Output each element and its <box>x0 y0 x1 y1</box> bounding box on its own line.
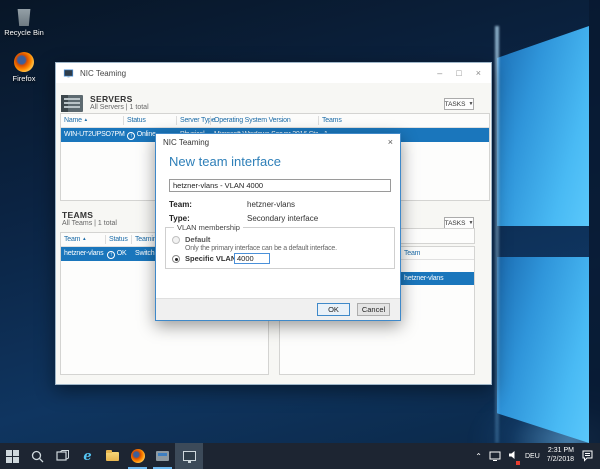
action-center-icon[interactable] <box>581 450 594 462</box>
col-os-version[interactable]: Operating System Version <box>214 117 291 124</box>
taskbar: e ⌃ DEU 2:31 PM 7/2/2018 <box>0 443 600 469</box>
team-name: hetzner-vlans <box>64 250 104 257</box>
servers-tasks-button[interactable]: TASKS ▼ <box>444 98 474 110</box>
specific-vlan-input[interactable] <box>234 253 270 264</box>
col-team[interactable]: Team ▲ <box>64 236 87 243</box>
server-manager-icon <box>156 451 169 461</box>
team-value: hetzner-vlans <box>247 200 296 209</box>
desktop-icon-label: Recycle Bin <box>4 28 44 37</box>
team-status: ↑ OK <box>107 250 127 259</box>
sort-asc-icon: ▲ <box>82 236 87 241</box>
window-titlebar[interactable]: NIC Teaming – □ × <box>56 63 491 83</box>
maximize-button[interactable]: □ <box>456 68 461 78</box>
search-icon <box>31 450 44 462</box>
servers-section-title: SERVERS <box>90 94 133 104</box>
col-status[interactable]: Status <box>127 117 146 124</box>
tray-chevron-icon[interactable]: ⌃ <box>475 452 482 461</box>
task-view-button[interactable] <box>50 443 75 469</box>
internet-explorer-icon: e <box>83 448 92 464</box>
vlan-membership-legend: VLAN membership <box>174 223 243 232</box>
dropdown-arrow-icon: ▼ <box>468 101 474 107</box>
server-status: ↑ Online <box>127 131 156 140</box>
default-radio[interactable] <box>172 236 180 244</box>
internet-explorer-button[interactable]: e <box>75 443 100 469</box>
desktop-icon-label: Firefox <box>12 74 36 83</box>
interface-team-name: hetzner-vlans <box>404 274 444 282</box>
windows-logo-pane-top <box>497 26 589 226</box>
file-explorer-icon <box>106 449 119 461</box>
status-up-icon: ↑ <box>107 251 115 259</box>
col-interface-team[interactable]: Team <box>404 250 421 257</box>
status-up-icon: ↑ <box>127 132 135 140</box>
keyboard-language[interactable]: DEU <box>525 453 540 460</box>
cancel-button[interactable]: Cancel <box>357 303 390 316</box>
windows-start-icon <box>6 449 19 463</box>
windows-logo-glow-edge <box>495 26 499 443</box>
start-button[interactable] <box>0 443 25 469</box>
desktop-icon-firefox[interactable]: Firefox <box>0 52 48 83</box>
task-view-icon <box>56 450 69 461</box>
default-radio-description: Only the primary interface can be a defa… <box>185 245 337 252</box>
server-manager-button[interactable] <box>150 443 175 469</box>
taskbar-search-button[interactable] <box>25 443 50 469</box>
servers-icon <box>61 95 83 112</box>
new-team-interface-dialog: NIC Teaming × New team interface Team: h… <box>155 133 401 321</box>
teams-section-title: TEAMS <box>62 210 94 220</box>
app-icon <box>63 69 74 78</box>
servers-section-subtitle: All Servers | 1 total <box>90 104 149 111</box>
firefox-button[interactable] <box>125 443 150 469</box>
dialog-titlebar[interactable]: NIC Teaming × <box>156 134 400 150</box>
col-name[interactable]: Name ▲ <box>64 117 88 124</box>
system-tray: ⌃ DEU 2:31 PM 7/2/2018 <box>475 443 600 469</box>
firefox-icon <box>14 52 34 72</box>
team-label: Team: <box>169 200 192 209</box>
dialog-footer: OK Cancel <box>156 298 400 320</box>
nic-teaming-taskbar-button[interactable] <box>175 443 203 469</box>
type-value: Secondary interface <box>247 214 319 223</box>
dialog-heading: New team interface <box>169 154 281 169</box>
window-title: NIC Teaming <box>80 68 127 78</box>
tray-time: 2:31 PM <box>547 447 574 455</box>
recycle-bin-icon <box>17 9 31 26</box>
taskbar-clock[interactable]: 2:31 PM 7/2/2018 <box>547 447 574 465</box>
col-teams[interactable]: Teams <box>322 117 342 124</box>
type-label: Type: <box>169 214 190 223</box>
servers-table-header[interactable]: Name ▲ Status Server Type Operating Syst… <box>61 114 489 128</box>
specific-vlan-radio[interactable] <box>172 255 180 263</box>
specific-vlan-label: Specific VLAN: <box>185 254 239 263</box>
col-team-status[interactable]: Status <box>109 236 128 243</box>
network-icon[interactable] <box>489 451 501 461</box>
nic-teaming-app-icon <box>182 451 196 463</box>
dropdown-arrow-icon: ▼ <box>468 220 474 226</box>
firefox-icon <box>130 449 145 463</box>
dialog-title: NIC Teaming <box>163 137 210 147</box>
interface-name-input[interactable] <box>169 179 391 192</box>
server-name: WIN-UT2UPSO7PM <box>64 131 125 138</box>
minimize-button[interactable]: – <box>437 68 442 78</box>
teams-section-subtitle: All Teams | 1 total <box>62 220 117 227</box>
sound-icon[interactable] <box>508 447 520 465</box>
windows-logo-center-gap <box>589 0 600 443</box>
notification-badge <box>515 461 520 465</box>
ok-button[interactable]: OK <box>317 303 350 316</box>
windows-logo-pane-bottom <box>497 257 589 443</box>
file-explorer-button[interactable] <box>100 443 125 469</box>
dialog-close-icon[interactable]: × <box>388 137 393 147</box>
desktop-icon-recycle-bin[interactable]: Recycle Bin <box>0 6 48 37</box>
default-radio-label: Default <box>185 235 211 244</box>
close-button[interactable]: × <box>476 68 481 78</box>
sort-asc-icon: ▲ <box>83 117 88 122</box>
tray-date: 7/2/2018 <box>546 456 574 463</box>
